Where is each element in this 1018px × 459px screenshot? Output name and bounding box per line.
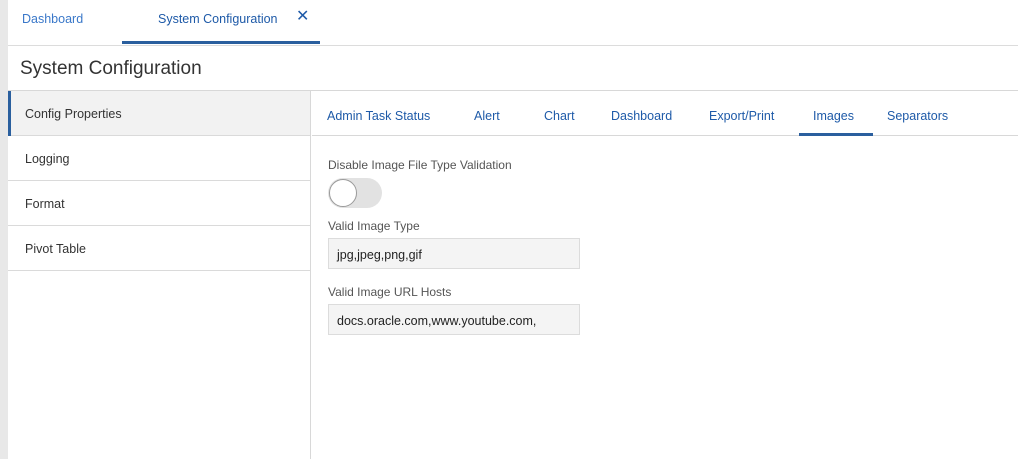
tab-system-configuration[interactable]: System Configuration xyxy=(158,12,278,26)
active-tab-indicator xyxy=(122,41,320,44)
valid-url-hosts-input[interactable]: docs.oracle.com,www.youtube.com, xyxy=(328,304,580,335)
toggle-knob xyxy=(329,179,357,207)
tab-separators[interactable]: Separators xyxy=(887,109,948,123)
sidebar-item-logging[interactable]: Logging xyxy=(8,136,310,181)
tab-admin-task-status[interactable]: Admin Task Status xyxy=(327,109,430,123)
tab-export-print[interactable]: Export/Print xyxy=(709,109,774,123)
valid-url-hosts-label: Valid Image URL Hosts xyxy=(328,285,452,299)
tab-dashboard-config[interactable]: Dashboard xyxy=(611,109,672,123)
left-edge-strip xyxy=(0,0,8,459)
sidebar-item-label: Logging xyxy=(25,152,70,166)
active-tab-indicator xyxy=(799,133,873,136)
divider xyxy=(8,45,1018,46)
sidebar-item-config-properties[interactable]: Config Properties xyxy=(8,91,310,136)
sidebar-item-label: Format xyxy=(25,197,65,211)
config-tab-bar: Admin Task Status Alert Chart Dashboard … xyxy=(312,91,1018,136)
tab-images[interactable]: Images xyxy=(813,109,854,123)
top-tab-bar: Dashboard System Configuration ✕ xyxy=(0,0,1018,459)
page-title: System Configuration xyxy=(20,58,202,79)
sidebar-item-label: Pivot Table xyxy=(25,242,86,256)
sidebar: Config Properties Logging Format Pivot T… xyxy=(8,91,311,459)
sidebar-item-pivot-table[interactable]: Pivot Table xyxy=(8,226,310,271)
tab-chart[interactable]: Chart xyxy=(544,109,575,123)
valid-image-type-label: Valid Image Type xyxy=(328,219,420,233)
sidebar-item-label: Config Properties xyxy=(25,107,122,121)
valid-image-type-input[interactable]: jpg,jpeg,png,gif xyxy=(328,238,580,269)
disable-validation-label: Disable Image File Type Validation xyxy=(328,158,512,172)
tab-alert[interactable]: Alert xyxy=(474,109,500,123)
sidebar-item-format[interactable]: Format xyxy=(8,181,310,226)
disable-validation-toggle[interactable] xyxy=(328,178,382,208)
tab-dashboard[interactable]: Dashboard xyxy=(22,12,83,26)
close-icon[interactable]: ✕ xyxy=(296,9,309,25)
